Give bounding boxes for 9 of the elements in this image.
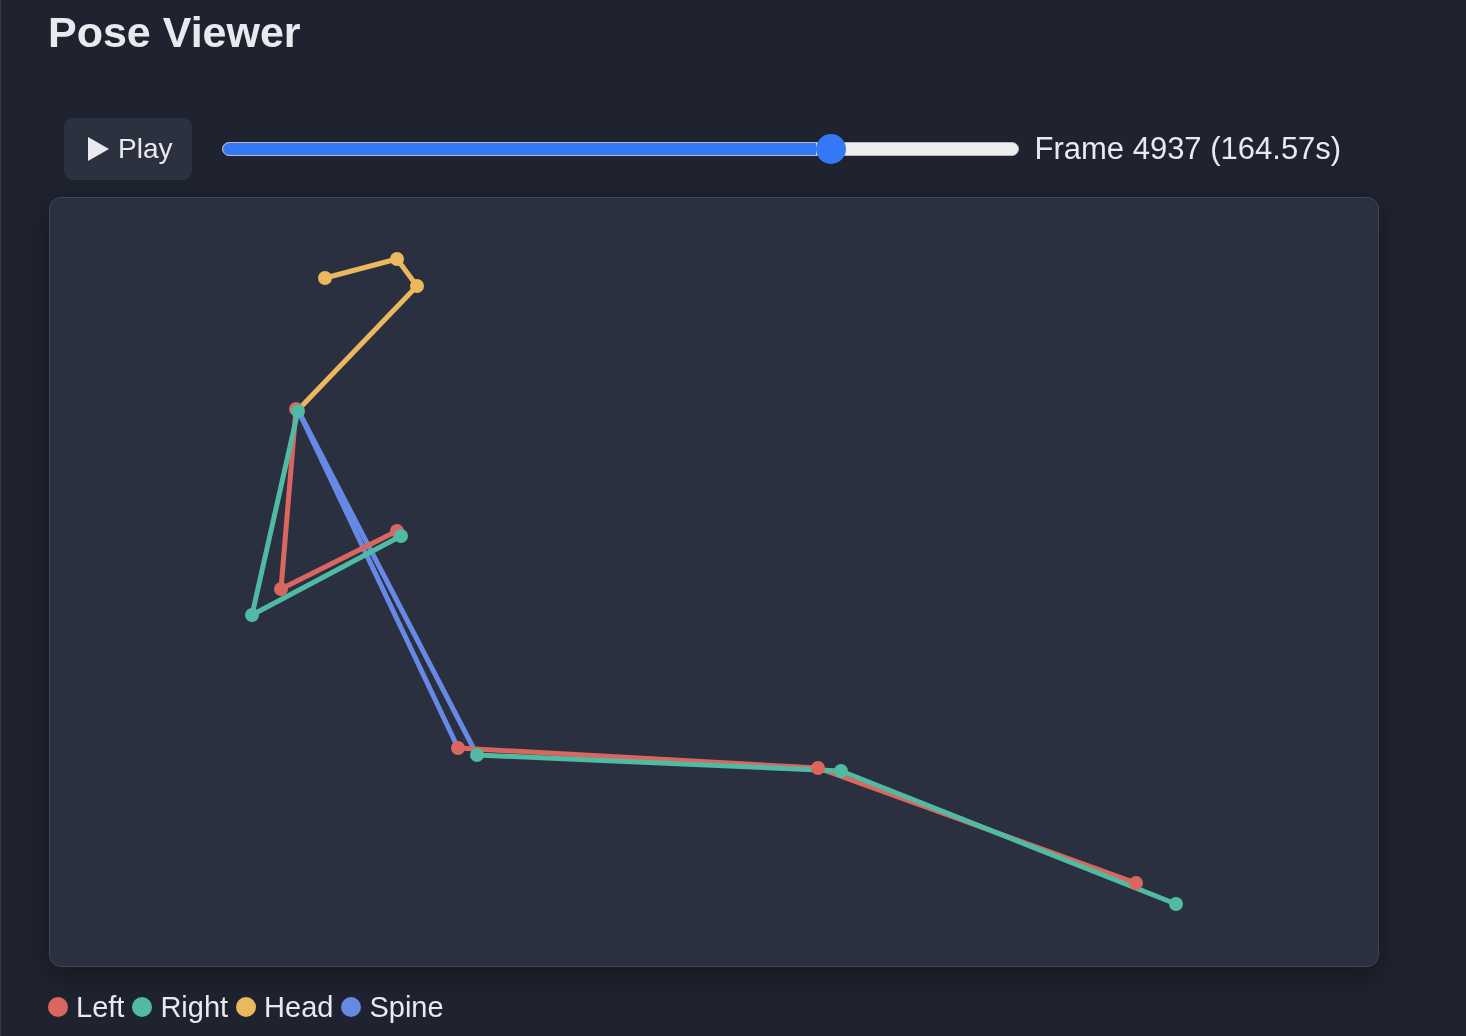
- page-title: Pose Viewer: [48, 7, 301, 58]
- play-button[interactable]: Play: [64, 118, 193, 180]
- legend-label: Head: [264, 990, 334, 1025]
- slider-thumb[interactable]: [815, 134, 846, 164]
- play-icon: [88, 137, 109, 161]
- legend-label: Spine: [369, 990, 444, 1025]
- legend-label: Right: [160, 990, 229, 1025]
- frame-readout: Frame 4937 (164.57s): [1034, 131, 1342, 167]
- legend-label: Left: [76, 990, 125, 1025]
